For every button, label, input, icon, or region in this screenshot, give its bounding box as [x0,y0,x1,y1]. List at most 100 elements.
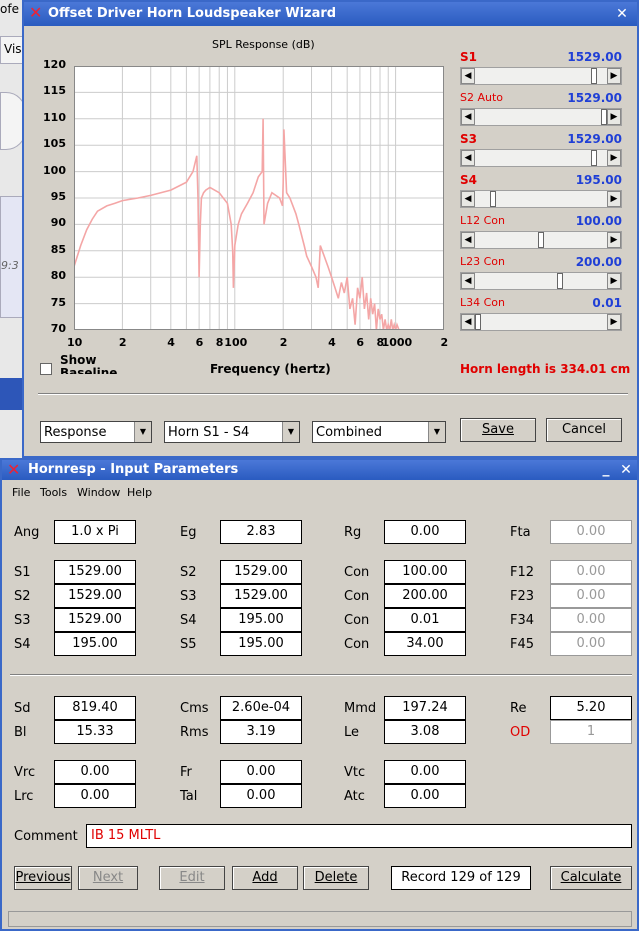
slider-label: S1 [460,50,477,64]
field-ang[interactable]: 1.0 x Pi [54,520,136,544]
field-f23[interactable]: 0.00 [550,584,632,608]
field-lrc[interactable]: 0.00 [54,784,136,808]
field-bl[interactable]: 15.33 [54,720,136,744]
wizard-titlebar[interactable]: ✕ Offset Driver Horn Loudspeaker Wizard … [24,2,637,26]
show-baseline-checkbox[interactable] [40,363,52,375]
field-tal[interactable]: 0.00 [220,784,302,808]
field-rg[interactable]: 0.00 [384,520,466,544]
field-con2[interactable]: 200.00 [384,584,466,608]
slider-thumb[interactable] [590,150,597,166]
delete-button[interactable]: Delete [303,866,369,890]
field-s1[interactable]: 1529.00 [54,560,136,584]
label-rms: Rms [180,725,209,740]
slider-thumb[interactable] [538,232,544,248]
field-atc[interactable]: 0.00 [384,784,466,808]
field-s3b[interactable]: 1529.00 [54,608,136,632]
field-f12[interactable]: 0.00 [550,560,632,584]
chevron-down-icon[interactable]: ▼ [428,422,445,442]
view-select[interactable]: Response ▼ [40,421,152,443]
previous-button[interactable]: Previous [14,866,72,890]
horn-length-text: Horn length is 334.01 cm [460,362,631,376]
slider-thumb[interactable] [490,191,497,207]
bg-text: ofe [0,2,19,16]
slider-thumb[interactable] [590,68,597,84]
slider-track[interactable]: ◀ ▶ [460,190,622,208]
slider-right-arrow-icon[interactable]: ▶ [607,68,621,84]
slider-left-arrow-icon[interactable]: ◀ [461,273,475,289]
cancel-button[interactable]: Cancel [546,418,622,442]
field-cms[interactable]: 2.60e-04 [220,696,302,720]
field-con4[interactable]: 34.00 [384,632,466,656]
field-con3[interactable]: 0.01 [384,608,466,632]
label-s2b: S2 [14,589,31,604]
field-eg[interactable]: 2.83 [220,520,302,544]
slider-left-arrow-icon[interactable]: ◀ [461,109,475,125]
slider-left-arrow-icon[interactable]: ◀ [461,232,475,248]
slider-right-arrow-icon[interactable]: ▶ [607,314,621,330]
field-vrc[interactable]: 0.00 [54,760,136,784]
label-re: Re [510,701,527,716]
close-icon[interactable]: ✕ [617,461,635,479]
field-fta[interactable]: 0.00 [550,520,632,544]
field-mmd[interactable]: 197.24 [384,696,466,720]
field-con1[interactable]: 100.00 [384,560,466,584]
y-tick-label: 110 [43,110,66,124]
slider-left-arrow-icon[interactable]: ◀ [461,191,475,207]
slider-left-arrow-icon[interactable]: ◀ [461,68,475,84]
field-f34[interactable]: 0.00 [550,608,632,632]
slider-track[interactable]: ◀ ▶ [460,149,622,167]
field-vtc[interactable]: 0.00 [384,760,466,784]
field-rms[interactable]: 3.19 [220,720,302,744]
field-le[interactable]: 3.08 [384,720,466,744]
field-s2[interactable]: 1529.00 [220,560,302,584]
calculate-button[interactable]: Calculate [550,866,632,890]
add-button[interactable]: Add [232,866,298,890]
save-button[interactable]: Save [460,418,536,442]
chevron-down-icon[interactable]: ▼ [282,422,299,442]
horn-select[interactable]: Horn S1 - S4 ▼ [164,421,300,443]
status-bar [8,911,632,927]
slider-right-arrow-icon[interactable]: ▶ [607,191,621,207]
slider-track[interactable]: ◀ ▶ [460,231,622,249]
field-s4[interactable]: 195.00 [220,608,302,632]
field-s2b[interactable]: 1529.00 [54,584,136,608]
mode-select[interactable]: Combined ▼ [312,421,446,443]
slider-right-arrow-icon[interactable]: ▶ [607,150,621,166]
label-fta: Fta [510,525,531,540]
field-f45[interactable]: 0.00 [550,632,632,656]
close-icon[interactable]: ✕ [613,5,631,23]
slider-left-arrow-icon[interactable]: ◀ [461,314,475,330]
edit-button[interactable]: Edit [159,866,225,890]
field-s4b[interactable]: 195.00 [54,632,136,656]
slider-left-arrow-icon[interactable]: ◀ [461,150,475,166]
slider-right-arrow-icon[interactable]: ▶ [607,232,621,248]
slider-thumb[interactable] [556,273,563,289]
slider-track[interactable]: ◀ ▶ [460,67,622,85]
menu-help[interactable]: Help [127,486,152,499]
slider-right-arrow-icon[interactable]: ▶ [607,273,621,289]
field-od[interactable]: 1 [550,720,632,744]
x-tick-label: 2 [279,336,288,349]
label-od: OD [510,725,531,740]
menu-tools[interactable]: Tools [40,486,67,499]
field-sd[interactable]: 819.40 [54,696,136,720]
label-f45: F45 [510,637,535,652]
slider-track[interactable]: ◀ ▶ [460,313,622,331]
slider-right-arrow-icon[interactable]: ▶ [607,109,621,125]
slider-thumb[interactable] [475,314,481,330]
menu-file[interactable]: File [12,486,30,499]
slider-track[interactable]: ◀ ▶ [460,272,622,290]
x-tick-label: 6 [356,336,365,349]
label-con4: Con [344,637,370,652]
field-re[interactable]: 5.20 [550,696,632,720]
minimize-icon[interactable]: _ [597,460,615,478]
field-s5[interactable]: 195.00 [220,632,302,656]
field-s3[interactable]: 1529.00 [220,584,302,608]
input-titlebar[interactable]: ✕ Hornresp - Input Parameters _ ✕ [2,460,637,480]
next-button[interactable]: Next [78,866,138,890]
chevron-down-icon[interactable]: ▼ [134,422,151,442]
menu-window[interactable]: Window [77,486,120,499]
slider-track[interactable]: ◀ ▶ [460,108,622,126]
comment-input[interactable]: IB 15 MLTL [86,824,632,848]
field-fr[interactable]: 0.00 [220,760,302,784]
